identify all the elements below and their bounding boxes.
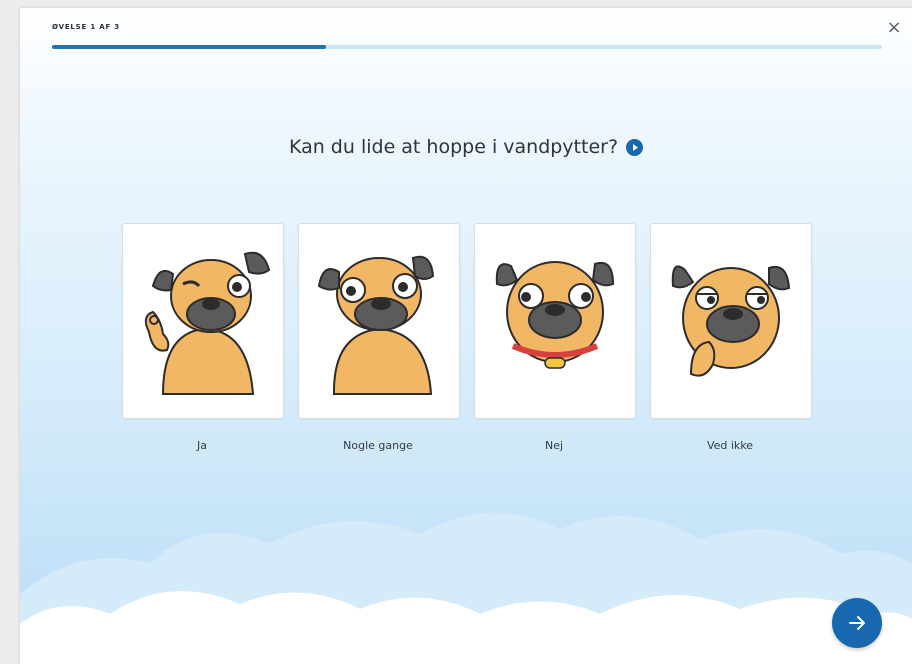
answer-label-ja: Ja [197, 439, 207, 452]
answer-label-nogle-gange: Nogle gange [343, 439, 413, 452]
pug-collar-image [495, 261, 615, 369]
exercise-window: ØVELSE 1 AF 3 × Kan du lide at hoppe i v… [20, 8, 912, 664]
pug-thinking-image [671, 265, 791, 377]
next-button[interactable] [832, 598, 882, 648]
question-row: Kan du lide at hoppe i vandpytter? [20, 136, 912, 158]
question-text: Kan du lide at hoppe i vandpytter? [288, 136, 619, 158]
answer-card-ja[interactable] [122, 223, 284, 419]
close-icon: × [886, 17, 902, 38]
answer-card-nogle-gange[interactable] [298, 223, 460, 419]
play-audio-button[interactable] [626, 138, 644, 156]
answer-label-nej: Nej [544, 439, 564, 452]
pug-winking-image [144, 251, 271, 395]
play-audio-icon [633, 143, 639, 151]
arrow-right-icon [849, 616, 865, 630]
close-button[interactable]: × [884, 18, 904, 38]
answer-card-ved-ikke[interactable] [650, 223, 812, 419]
answer-card-nej[interactable] [474, 223, 636, 419]
step-label: ØVELSE 1 AF 3 [52, 23, 120, 31]
progress-bar-fill [52, 45, 326, 49]
answer-label-ved-ikke: Ved ikke [706, 439, 754, 452]
progress-bar [52, 45, 882, 49]
answer-options: Ja Nogle gange Nej Ved ikke [122, 223, 812, 453]
clouds-decoration [20, 512, 912, 664]
pug-wide-eyed-image [317, 255, 435, 395]
